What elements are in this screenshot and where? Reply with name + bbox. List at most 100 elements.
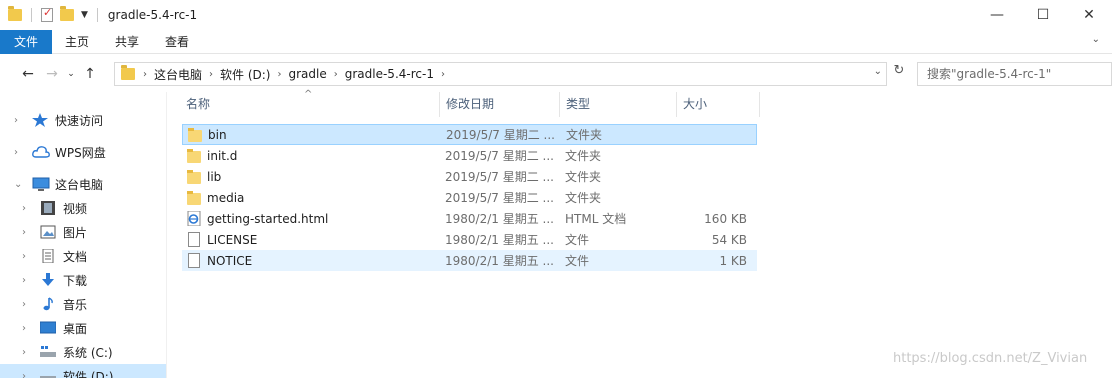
tab-view[interactable]: 查看 [152, 30, 202, 54]
sidebar-item-downloads[interactable]: › 下载 [0, 268, 166, 292]
sidebar-item-label: 视频 [63, 201, 88, 216]
forward-arrow-icon[interactable]: → [40, 66, 64, 82]
file-size: 1 KB [719, 253, 747, 268]
address-history-icon[interactable]: ⌄ [874, 66, 882, 77]
tab-home[interactable]: 主页 [52, 30, 102, 54]
properties-icon[interactable] [41, 6, 53, 22]
file-date: 1980/2/1 星期五 ... [445, 212, 554, 226]
column-size[interactable]: 大小 [677, 92, 760, 117]
file-type: 文件 [565, 254, 590, 268]
sidebar-item-label: 软件 (D:) [63, 369, 114, 378]
sidebar-item-this-pc[interactable]: ⌄ 这台电脑 [0, 172, 166, 196]
column-name-label: 名称 [186, 97, 211, 111]
list-item[interactable]: getting-started.html 1980/2/1 星期五 ... HT… [182, 208, 757, 229]
expand-chevron-icon[interactable]: › [22, 371, 36, 378]
breadcrumb-separator-icon[interactable]: › [141, 69, 149, 80]
back-arrow-icon[interactable]: ← [16, 66, 40, 82]
expand-chevron-icon[interactable]: › [22, 323, 36, 334]
quick-access-toolbar: ▼ [0, 6, 102, 22]
sidebar-item-desktop[interactable]: › 桌面 [0, 316, 166, 340]
file-icon [188, 253, 200, 268]
expand-chevron-icon[interactable]: › [22, 347, 36, 358]
file-icon [188, 232, 200, 247]
list-item[interactable]: LICENSE 1980/2/1 星期五 ... 文件 54 KB [182, 229, 757, 250]
up-arrow-icon[interactable]: ↑ [78, 66, 102, 82]
folder-icon [121, 65, 135, 80]
sidebar-item-label: WPS网盘 [55, 145, 106, 160]
watermark: https://blog.csdn.net/Z_Vivian [893, 351, 1088, 366]
breadcrumb-separator-icon[interactable]: › [439, 69, 447, 80]
expand-chevron-icon[interactable]: ⌄ [14, 179, 28, 190]
pictures-icon [40, 225, 58, 239]
window-title: gradle-5.4-rc-1 [107, 8, 198, 22]
file-type: HTML 文档 [565, 212, 627, 226]
breadcrumb-separator-icon[interactable]: › [332, 69, 340, 80]
file-date: 1980/2/1 星期五 ... [445, 254, 554, 268]
address-bar[interactable]: › 这台电脑 › 软件 (D:) › gradle › gradle-5.4-r… [114, 62, 887, 86]
folder-icon [8, 6, 22, 21]
close-button[interactable]: ✕ [1066, 0, 1112, 30]
sidebar-item-documents[interactable]: › 文档 [0, 244, 166, 268]
sidebar-item-wps-cloud[interactable]: › WPS网盘 [0, 140, 166, 164]
music-icon [40, 297, 58, 311]
breadcrumb-separator-icon[interactable]: › [207, 69, 215, 80]
download-icon [40, 273, 58, 287]
column-type[interactable]: 类型 [560, 92, 677, 117]
chevron-down-icon[interactable]: ⌄ [1092, 34, 1100, 45]
tab-file[interactable]: 文件 [0, 29, 53, 54]
sidebar-item-drive-d[interactable]: › 软件 (D:) [0, 364, 166, 378]
refresh-icon[interactable]: ↻ [888, 63, 910, 85]
list-item[interactable]: init.d 2019/5/7 星期二 ... 文件夹 [182, 145, 757, 166]
sidebar-item-quick-access[interactable]: › 快速访问 [0, 108, 166, 132]
column-name[interactable]: ^ 名称 [180, 89, 440, 117]
recent-locations-icon[interactable]: ⌄ [64, 69, 78, 79]
sidebar-item-videos[interactable]: › 视频 [0, 196, 166, 220]
explorer-window: ▼ gradle-5.4-rc-1 — ☐ ✕ 文件 主页 共享 查看 ⌄ ← … [0, 0, 1112, 378]
title-bar: ▼ gradle-5.4-rc-1 — ☐ ✕ [0, 0, 1112, 30]
expand-chevron-icon[interactable]: › [22, 299, 36, 310]
breadcrumb-separator-icon[interactable]: › [275, 69, 283, 80]
navigation-bar: ← → ⌄ ↑ › 这台电脑 › 软件 (D:) › gradle › grad… [0, 55, 1112, 92]
sidebar-item-label: 文档 [63, 249, 88, 264]
list-item[interactable]: lib 2019/5/7 星期二 ... 文件夹 [182, 166, 757, 187]
column-date[interactable]: 修改日期 [440, 92, 560, 117]
minimize-button[interactable]: — [974, 0, 1020, 30]
search-input[interactable]: 搜索"gradle-5.4-rc-1" [917, 62, 1112, 86]
file-name: getting-started.html [207, 211, 329, 226]
breadcrumb-gradle-version[interactable]: gradle-5.4-rc-1 [340, 67, 439, 81]
sidebar-item-pictures[interactable]: › 图片 [0, 220, 166, 244]
file-type: 文件 [565, 233, 590, 247]
expand-chevron-icon[interactable]: › [22, 227, 36, 238]
file-size: 160 KB [704, 211, 747, 226]
drive-icon [40, 345, 58, 359]
list-item[interactable]: media 2019/5/7 星期二 ... 文件夹 [182, 187, 757, 208]
html-file-icon [187, 211, 201, 226]
file-size: 54 KB [711, 232, 747, 247]
file-type: 文件夹 [566, 128, 603, 142]
sidebar-item-label: 下载 [63, 273, 88, 288]
tab-share[interactable]: 共享 [102, 30, 152, 54]
list-item[interactable]: bin 2019/5/7 星期二 ... 文件夹 [182, 124, 757, 145]
sidebar-item-drive-c[interactable]: › 系统 (C:) [0, 340, 166, 364]
expand-chevron-icon[interactable]: › [14, 147, 28, 158]
file-date: 2019/5/7 星期二 ... [445, 170, 554, 184]
expand-chevron-icon[interactable]: › [22, 251, 36, 262]
computer-icon [32, 177, 50, 191]
file-type: 文件夹 [565, 149, 602, 163]
maximize-button[interactable]: ☐ [1020, 0, 1066, 30]
expand-chevron-icon[interactable]: › [22, 203, 36, 214]
list-item[interactable]: NOTICE 1980/2/1 星期五 ... 文件 1 KB [182, 250, 757, 271]
customize-toolbar-icon[interactable]: ▼ [81, 10, 88, 20]
folder-icon [187, 190, 201, 205]
file-name: bin [208, 127, 227, 142]
breadcrumb-gradle[interactable]: gradle [283, 67, 331, 81]
window-controls: — ☐ ✕ [974, 0, 1112, 30]
sidebar-item-music[interactable]: › 音乐 [0, 292, 166, 316]
breadcrumb-drive-d[interactable]: 软件 (D:) [215, 66, 275, 83]
breadcrumb-this-pc[interactable]: 这台电脑 [149, 66, 207, 83]
file-name: lib [207, 169, 222, 184]
new-folder-icon[interactable] [60, 6, 74, 21]
ribbon-tabs: 文件 主页 共享 查看 ⌄ [0, 29, 1112, 54]
expand-chevron-icon[interactable]: › [22, 275, 36, 286]
expand-chevron-icon[interactable]: › [14, 115, 28, 126]
